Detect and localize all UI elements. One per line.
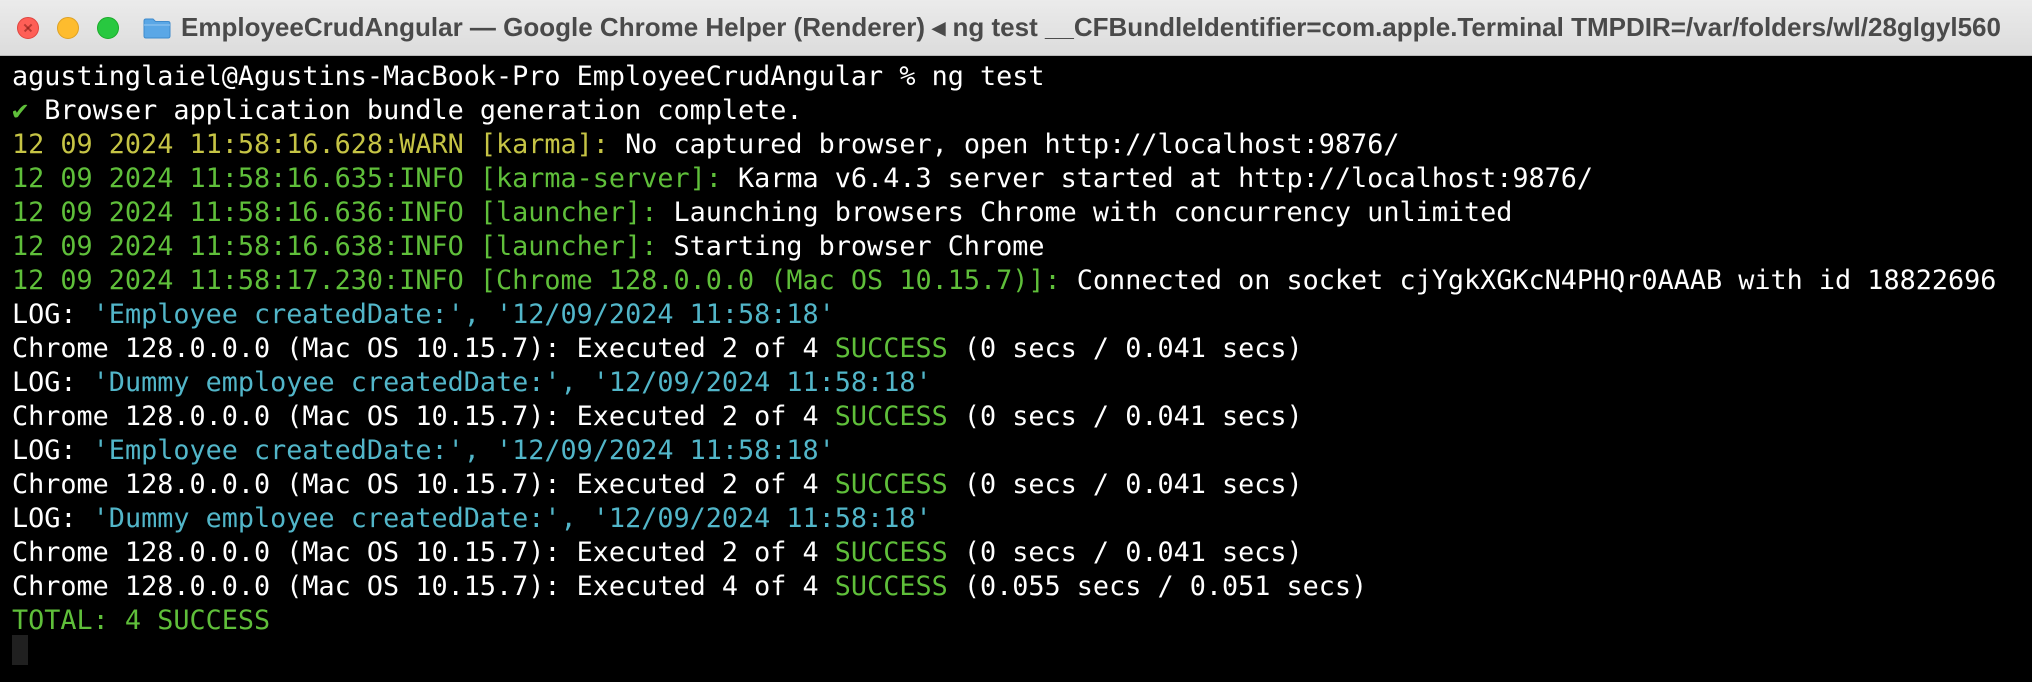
result-status: SUCCESS (834, 469, 948, 500)
result-pre: Chrome 128.0.0.0 (Mac OS 10.15.7): Execu… (12, 333, 835, 364)
result-pre: Chrome 128.0.0.0 (Mac OS 10.15.7): Execu… (12, 401, 835, 432)
prompt-line: agustinglaiel@Agustins-MacBook-Pro Emplo… (12, 61, 1045, 92)
minimize-button[interactable] (57, 16, 79, 39)
terminal-window: EmployeeCrudAngular — Google Chrome Help… (0, 0, 2032, 682)
window-title: EmployeeCrudAngular — Google Chrome Help… (181, 12, 2001, 42)
log-text: 'Dummy employee createdDate:', '12/09/20… (92, 503, 932, 534)
bundle-line: ✔ Browser application bundle generation … (12, 94, 803, 128)
folder-icon (143, 18, 171, 38)
result-status: SUCCESS (834, 401, 948, 432)
log-label: LOG: (12, 299, 93, 330)
check-icon: ✔ (12, 95, 29, 126)
result-line: Chrome 128.0.0.0 (Mac OS 10.15.7): Execu… (12, 570, 1367, 604)
log-text: 'Employee createdDate:', '12/09/2024 11:… (92, 435, 835, 466)
log-line: LOG: 'Employee createdDate:', '12/09/202… (12, 434, 835, 468)
result-post: (0.055 secs / 0.051 secs) (947, 571, 1368, 602)
result-post: (0 secs / 0.041 secs) (947, 333, 1303, 364)
warn-prefix: 12 09 2024 11:58:16.628:WARN [karma]: (12, 129, 609, 160)
terminal-cursor (12, 635, 28, 665)
result-line: Chrome 128.0.0.0 (Mac OS 10.15.7): Execu… (12, 536, 1303, 570)
warn-line: 12 09 2024 11:58:16.628:WARN [karma]: No… (12, 128, 1399, 162)
info-prefix: 12 09 2024 11:58:17.230:INFO [Chrome 128… (12, 265, 1061, 296)
result-line: Chrome 128.0.0.0 (Mac OS 10.15.7): Execu… (12, 332, 1303, 366)
info-prefix: 12 09 2024 11:58:16.636:INFO [launcher]: (12, 197, 658, 228)
result-post: (0 secs / 0.041 secs) (947, 537, 1303, 568)
log-line: LOG: 'Dummy employee createdDate:', '12/… (12, 502, 932, 536)
info-line: 12 09 2024 11:58:17.230:INFO [Chrome 128… (12, 264, 1996, 298)
log-label: LOG: (12, 367, 93, 398)
info-line: 12 09 2024 11:58:16.638:INFO [launcher]:… (12, 230, 1045, 264)
info-line: 12 09 2024 11:58:16.636:INFO [launcher]:… (12, 196, 1512, 230)
terminal-output[interactable]: agustinglaiel@Agustins-MacBook-Pro Emplo… (0, 60, 2032, 682)
result-pre: Chrome 128.0.0.0 (Mac OS 10.15.7): Execu… (12, 571, 835, 602)
title-bar[interactable]: EmployeeCrudAngular — Google Chrome Help… (0, 0, 2032, 56)
result-post: (0 secs / 0.041 secs) (947, 401, 1303, 432)
info-message: Launching browsers Chrome with concurren… (657, 197, 1513, 228)
total-line: TOTAL: 4 SUCCESS (12, 605, 271, 636)
info-line: 12 09 2024 11:58:16.635:INFO [karma-serv… (12, 162, 1593, 196)
bundle-text: Browser application bundle generation co… (28, 95, 803, 126)
window-controls (17, 16, 137, 39)
result-pre: Chrome 128.0.0.0 (Mac OS 10.15.7): Execu… (12, 537, 835, 568)
warn-message: No captured browser, open http://localho… (608, 129, 1400, 160)
close-button[interactable] (17, 16, 39, 39)
result-line: Chrome 128.0.0.0 (Mac OS 10.15.7): Execu… (12, 400, 1303, 434)
log-line: LOG: 'Dummy employee createdDate:', '12/… (12, 366, 932, 400)
log-label: LOG: (12, 503, 93, 534)
log-text: 'Employee createdDate:', '12/09/2024 11:… (92, 299, 835, 330)
info-message: Karma v6.4.3 server started at http://lo… (721, 163, 1594, 194)
result-line: Chrome 128.0.0.0 (Mac OS 10.15.7): Execu… (12, 468, 1303, 502)
result-status: SUCCESS (834, 571, 948, 602)
result-status: SUCCESS (834, 333, 948, 364)
log-label: LOG: (12, 435, 93, 466)
info-prefix: 12 09 2024 11:58:16.635:INFO [karma-serv… (12, 163, 722, 194)
info-prefix: 12 09 2024 11:58:16.638:INFO [launcher]: (12, 231, 658, 262)
info-message: Starting browser Chrome (657, 231, 1045, 262)
maximize-button[interactable] (97, 16, 119, 39)
result-post: (0 secs / 0.041 secs) (947, 469, 1303, 500)
info-message: Connected on socket cjYgkXGKcN4PHQr0AAAB… (1060, 265, 1997, 296)
log-line: LOG: 'Employee createdDate:', '12/09/202… (12, 298, 835, 332)
result-pre: Chrome 128.0.0.0 (Mac OS 10.15.7): Execu… (12, 469, 835, 500)
result-status: SUCCESS (834, 537, 948, 568)
log-text: 'Dummy employee createdDate:', '12/09/20… (92, 367, 932, 398)
